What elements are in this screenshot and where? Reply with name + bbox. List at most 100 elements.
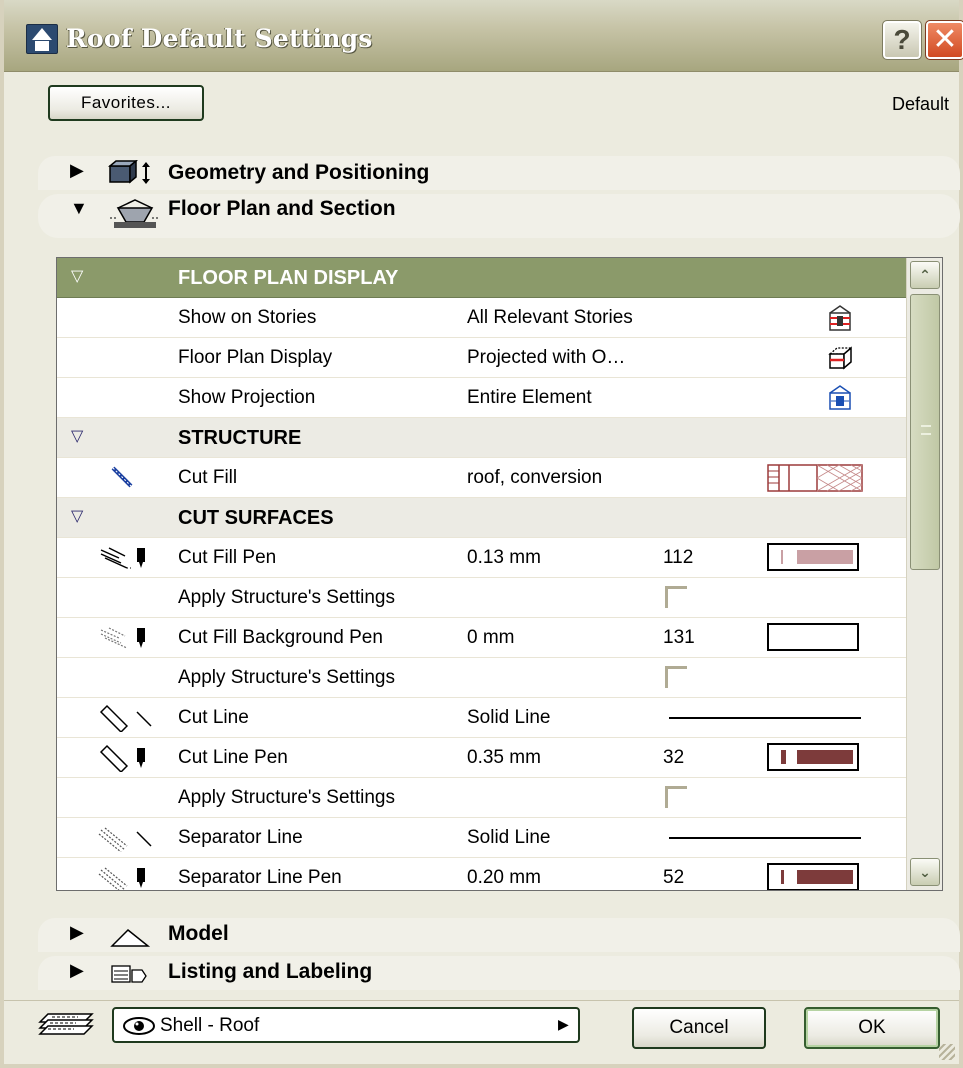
row-cut-fill-pen[interactable]: Cut Fill Pen 0.13 mm 112 [57,538,906,578]
scroll-thumb[interactable] [910,294,940,570]
row-apply-structure-2[interactable]: Apply Structure's Settings [57,658,906,698]
row-label: Apply Structure's Settings [178,787,395,808]
row-label: Cut Fill [178,467,238,488]
row-cut-line[interactable]: Cut Line Solid Line [57,698,906,738]
projection-icon [827,344,853,377]
apply-structure-checkbox[interactable] [665,786,687,808]
line-type-sample[interactable] [669,717,861,719]
collapse-arrow-icon[interactable]: ▼ [70,198,88,219]
row-cut-fill[interactable]: Cut Fill roof, conversion [57,458,906,498]
pen-number[interactable]: 52 [663,867,684,889]
layer-select-value: Shell - Roof [160,1015,260,1036]
group-floor-plan-display[interactable]: ▽ FLOOR PLAN DISPLAY [57,258,906,298]
cancel-button[interactable]: Cancel [632,1007,766,1049]
row-value[interactable]: roof, conversion [467,467,602,489]
help-button[interactable]: ? [882,20,922,60]
row-label: Apply Structure's Settings [178,587,395,608]
group-title: FLOOR PLAN DISPLAY [178,267,399,289]
favorites-button[interactable]: Favorites... [48,85,204,121]
pen-number[interactable]: 131 [663,627,695,649]
pen-color-swatch[interactable] [767,863,859,890]
fill-icon [97,464,157,492]
apply-structure-checkbox[interactable] [665,586,687,608]
scroll-down-button[interactable]: ⌄ [910,858,940,886]
close-button[interactable]: ✕ [925,20,963,60]
footer-divider [4,1000,959,1001]
row-label: Show on Stories [178,307,317,328]
model-icon [108,922,160,953]
row-label: Cut Line [178,707,249,728]
row-separator-line[interactable]: Separator Line Solid Line [57,818,906,858]
fill-pattern-swatch[interactable] [767,464,863,497]
cut-line-pen-icon [97,744,157,774]
row-value: 0.13 mm [467,547,541,568]
resize-grip-icon[interactable] [939,1044,955,1060]
group-title: STRUCTURE [178,427,302,449]
row-label: Cut Fill Pen [178,547,277,568]
row-label: Cut Fill Background Pen [178,627,383,648]
layers-icon [38,1008,98,1045]
row-value[interactable]: Projected with O… [467,347,625,369]
row-value: 0.20 mm [467,867,541,888]
stories-icon [827,304,853,337]
row-label: Apply Structure's Settings [178,667,395,688]
row-cut-line-pen[interactable]: Cut Line Pen 0.35 mm 32 [57,738,906,778]
pen-color-swatch[interactable] [767,623,859,651]
eye-icon [122,1015,156,1042]
group-collapse-icon[interactable]: ▽ [71,506,83,526]
panel-title-floor-plan: Floor Plan and Section [168,197,396,220]
group-collapse-icon[interactable]: ▽ [71,426,83,446]
panel-title-model: Model [168,922,229,945]
panel-title-geometry: Geometry and Positioning [168,161,430,184]
row-value[interactable]: Solid Line [467,707,550,729]
fill-background-pen-icon [97,624,157,652]
fill-pen-icon [97,544,157,572]
panel-model[interactable]: ▶ Model [38,918,960,952]
pen-number[interactable]: 112 [663,547,693,569]
pen-color-swatch[interactable] [767,743,859,771]
row-value[interactable]: Solid Line [467,827,550,849]
scroll-grip-icon [921,425,931,435]
row-apply-structure-1[interactable]: Apply Structure's Settings [57,578,906,618]
expand-arrow-icon[interactable]: ▶ [70,160,84,181]
row-label: Separator Line [178,827,303,848]
roof-tool-icon [26,24,58,54]
line-type-sample[interactable] [669,837,861,839]
cut-line-icon [97,704,157,734]
scroll-up-button[interactable]: ⌃ [910,261,940,289]
row-value[interactable]: Entire Element [467,387,592,409]
row-cut-fill-background-pen[interactable]: Cut Fill Background Pen 0 mm 131 [57,618,906,658]
geometry-icon [107,159,160,191]
row-show-projection[interactable]: Show Projection Entire Element [57,378,906,418]
apply-structure-checkbox[interactable] [665,666,687,688]
default-label: Default [891,94,949,114]
row-value: 0 mm [467,627,515,648]
pen-number[interactable]: 32 [663,747,684,769]
separator-line-pen-icon [97,864,157,890]
group-collapse-icon[interactable]: ▽ [71,266,83,286]
group-structure[interactable]: ▽ STRUCTURE [57,418,906,458]
group-title: CUT SURFACES [178,507,334,529]
row-floor-plan-display[interactable]: Floor Plan Display Projected with O… [57,338,906,378]
panel-geometry[interactable]: ▶ Geometry and Positioning [38,156,960,190]
row-show-on-stories[interactable]: Show on Stories All Relevant Stories [57,298,906,338]
layer-select[interactable]: Shell - Roof ▶ [112,1007,580,1043]
row-separator-line-pen[interactable]: Separator Line Pen 0.20 mm 52 [57,858,906,890]
vertical-scrollbar[interactable]: ⌃ ⌄ [906,258,942,890]
separator-line-icon [97,824,157,853]
dropdown-arrow-icon: ▶ [558,1016,569,1032]
roof-default-settings-dialog: Roof Default Settings ? ✕ Favorites... D… [0,0,963,1068]
row-apply-structure-3[interactable]: Apply Structure's Settings [57,778,906,818]
row-label: Floor Plan Display [178,347,333,368]
ok-button[interactable]: OK [804,1007,940,1049]
row-value[interactable]: All Relevant Stories [467,307,633,329]
pen-color-swatch[interactable] [767,543,859,571]
expand-arrow-icon[interactable]: ▶ [70,922,84,943]
expand-arrow-icon[interactable]: ▶ [70,960,84,981]
row-label: Separator Line Pen [178,867,342,888]
settings-table: ▽ FLOOR PLAN DISPLAY Show on Stories All… [56,257,943,891]
row-label: Cut Line Pen [178,747,288,768]
panel-floor-plan-section[interactable]: ▼ Floor Plan and Section [38,194,960,238]
panel-listing-labeling[interactable]: ▶ Listing and Labeling [38,956,960,990]
group-cut-surfaces[interactable]: ▽ CUT SURFACES [57,498,906,538]
